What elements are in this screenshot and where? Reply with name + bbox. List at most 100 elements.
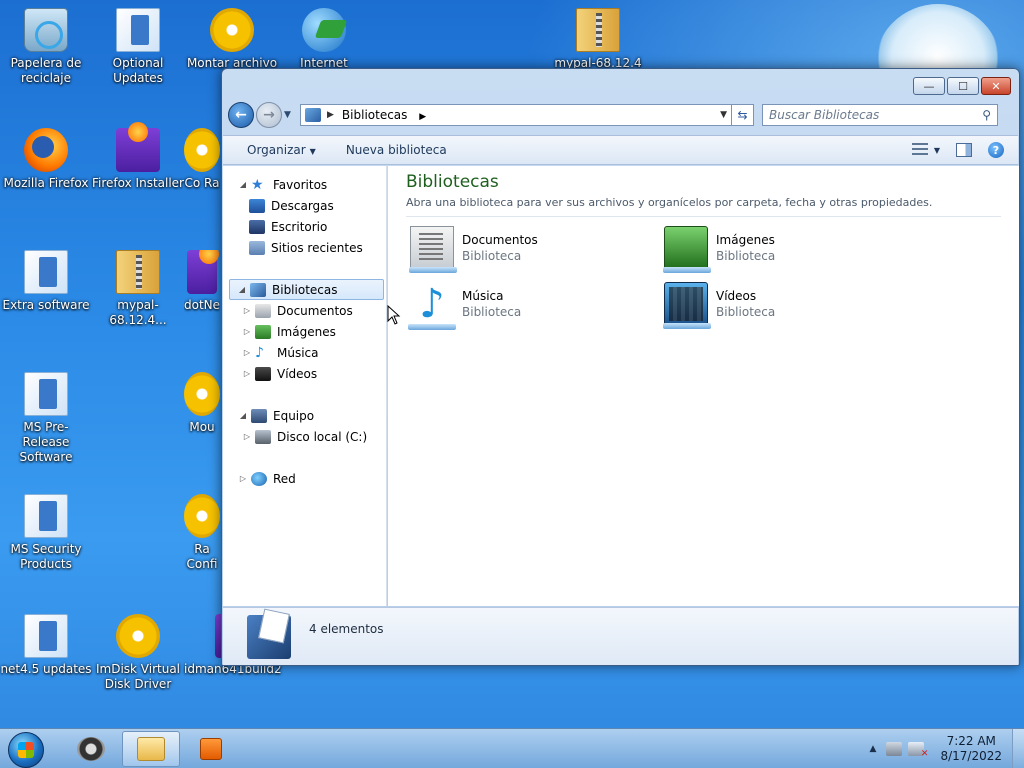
library-item-videos[interactable]: Vídeos Biblioteca	[663, 282, 776, 329]
desktop-icon-label: Mou	[189, 420, 215, 434]
recent-pages-dropdown[interactable]: ▼	[284, 110, 296, 120]
desktop-icon-label: Ra Confi	[186, 542, 218, 571]
collapse-arrow-icon[interactable]: ◢	[237, 411, 249, 420]
desktop-icon-firefox-installer[interactable]: Firefox Installer	[92, 122, 184, 191]
mouse-cursor-icon	[387, 305, 401, 325]
page-title: Bibliotecas	[406, 172, 499, 192]
change-view-button[interactable]: ▼	[911, 143, 940, 157]
command-bar: Organizar ▼ Nueva biblioteca ▼ ?	[223, 135, 1018, 165]
downloads-folder-icon	[249, 198, 265, 213]
expand-arrow-icon[interactable]: ▷	[241, 369, 253, 378]
library-name: Imágenes	[716, 233, 775, 247]
expand-arrow-icon[interactable]: ▷	[237, 474, 249, 483]
desktop-icon-partial-dotnet[interactable]: dotNe	[184, 250, 220, 313]
taskbar-app-raccoon[interactable]	[62, 731, 120, 767]
nav-favorites[interactable]: ◢ ★ Favoritos	[223, 174, 386, 195]
nav-videos[interactable]: ▷ Vídeos	[223, 363, 386, 384]
images-library-icon	[255, 324, 271, 339]
clock-date: 8/17/2022	[940, 749, 1002, 763]
nav-recent-places[interactable]: Sitios recientes	[223, 237, 386, 258]
nav-local-disk[interactable]: ▷ Disco local (C:)	[223, 426, 386, 447]
breadcrumb-separator-icon[interactable]: ▶	[327, 110, 334, 120]
desktop-icon-partial-mou[interactable]: Mou	[184, 372, 220, 435]
network-icon[interactable]	[886, 742, 903, 756]
preview-pane-button[interactable]	[956, 143, 972, 157]
music-note-icon: ♪	[255, 344, 264, 361]
nav-label: Red	[273, 471, 296, 486]
desktop-icon-mypal-folder[interactable]: mypal-68.12.4...	[92, 250, 184, 328]
taskbar-app-explorer[interactable]	[122, 731, 180, 767]
desktop-icon-net45-updates[interactable]: net4.5 updates	[0, 614, 92, 677]
show-desktop-button[interactable]	[1012, 729, 1024, 768]
help-icon[interactable]: ?	[988, 142, 1004, 158]
expand-arrow-icon[interactable]: ▷	[241, 432, 253, 441]
library-item-documents[interactable]: Documentos Biblioteca	[409, 226, 538, 273]
nav-network[interactable]: ▷ Red	[223, 468, 386, 489]
desktop-icon-firefox[interactable]: Mozilla Firefox	[0, 128, 92, 191]
item-count: 4 elementos	[309, 622, 384, 636]
music-note-icon: ♪	[408, 282, 456, 330]
libraries-large-icon	[247, 614, 291, 659]
chevron-down-icon: ▼	[309, 147, 316, 156]
library-item-images[interactable]: Imágenes Biblioteca	[663, 226, 775, 273]
library-name: Música	[462, 289, 504, 303]
nav-computer[interactable]: ◢ Equipo	[223, 405, 386, 426]
start-button[interactable]	[8, 732, 44, 768]
address-bar[interactable]: ▶ Bibliotecas ▶ ▼	[300, 104, 732, 126]
refresh-button[interactable]: ⇆	[732, 104, 754, 126]
nav-documents[interactable]: ▷ Documentos	[223, 300, 386, 321]
nav-downloads[interactable]: Descargas	[223, 195, 386, 216]
desktop-icon-partial-co[interactable]: Co Ra	[184, 128, 220, 191]
taskbar-app-media-player[interactable]	[182, 731, 240, 767]
address-dropdown-icon[interactable]: ▼	[720, 110, 727, 120]
close-button[interactable]: ✕	[981, 77, 1011, 95]
expand-arrow-icon[interactable]: ▷	[241, 327, 253, 336]
breadcrumb[interactable]: Bibliotecas ▶	[342, 108, 720, 122]
expand-arrow-icon[interactable]: ▷	[241, 306, 253, 315]
desktop-icon-partial-ra[interactable]: Ra Confi	[184, 494, 220, 572]
nav-label: Bibliotecas	[272, 282, 338, 297]
nav-label: Documentos	[277, 303, 353, 318]
folder-icon	[24, 614, 68, 658]
new-library-button[interactable]: Nueva biblioteca	[346, 143, 447, 157]
desktop-icon-mypal-zip[interactable]: mypal-68.12.4	[552, 8, 644, 71]
search-placeholder: Buscar Bibliotecas	[769, 108, 880, 122]
desktop-icon-extra-software[interactable]: Extra software	[0, 250, 92, 313]
desktop-icon-imdisk[interactable]: ImDisk Virtual Disk Driver	[92, 614, 184, 692]
search-input[interactable]: Buscar Bibliotecas ⚲	[762, 104, 998, 126]
desktop-icon-recycle-bin[interactable]: Papelera de reciclaje	[0, 8, 92, 86]
show-hidden-icons-icon[interactable]: ▲	[870, 744, 877, 754]
collapse-arrow-icon[interactable]: ◢	[236, 285, 248, 294]
desktop-icon-optional-updates[interactable]: Optional Updates	[92, 8, 184, 86]
library-type: Biblioteca	[716, 305, 776, 319]
nav-label: Vídeos	[277, 366, 318, 381]
chevron-down-icon: ▼	[933, 145, 940, 155]
nav-desktop[interactable]: Escritorio	[223, 216, 386, 237]
breadcrumb-separator-icon[interactable]: ▶	[419, 112, 426, 122]
desktop-icon-label: MS Pre-Release Software	[19, 420, 73, 464]
breadcrumb-libraries[interactable]: Bibliotecas	[342, 108, 407, 122]
desktop-icon-ms-security[interactable]: MS Security Products	[0, 494, 92, 572]
back-button[interactable]: ←	[228, 102, 254, 128]
explorer-window[interactable]: — ☐ ✕ ← → ▼ ▶ Bibliotecas ▶ ▼ ⇆ Buscar B…	[221, 68, 1020, 666]
app-icon	[184, 494, 220, 538]
desktop-icon-label: Optional Updates	[112, 56, 164, 85]
maximize-button[interactable]: ☐	[947, 77, 979, 95]
desktop-icon-internet[interactable]: Internet	[278, 8, 370, 71]
forward-button[interactable]: →	[256, 102, 282, 128]
nav-music[interactable]: ▷ ♪ Música	[223, 342, 386, 363]
nav-libraries[interactable]: ◢ Bibliotecas	[229, 279, 384, 300]
volume-muted-icon[interactable]	[908, 742, 928, 759]
nav-label: Favoritos	[273, 177, 328, 192]
minimize-button[interactable]: —	[913, 77, 945, 95]
search-icon[interactable]: ⚲	[982, 108, 991, 122]
clock[interactable]: 7:22 AM 8/17/2022	[940, 734, 1002, 764]
nav-images[interactable]: ▷ Imágenes	[223, 321, 386, 342]
organize-button[interactable]: Organizar ▼	[247, 143, 316, 157]
desktop-icon-ms-prerelease[interactable]: MS Pre-Release Software	[0, 372, 92, 465]
window-controls: — ☐ ✕	[913, 77, 1011, 95]
expand-arrow-icon[interactable]: ▷	[241, 348, 253, 357]
desktop-icon-label: MS Security Products	[10, 542, 82, 571]
library-item-music[interactable]: ♪ Música Biblioteca	[408, 282, 521, 330]
collapse-arrow-icon[interactable]: ◢	[237, 180, 249, 189]
